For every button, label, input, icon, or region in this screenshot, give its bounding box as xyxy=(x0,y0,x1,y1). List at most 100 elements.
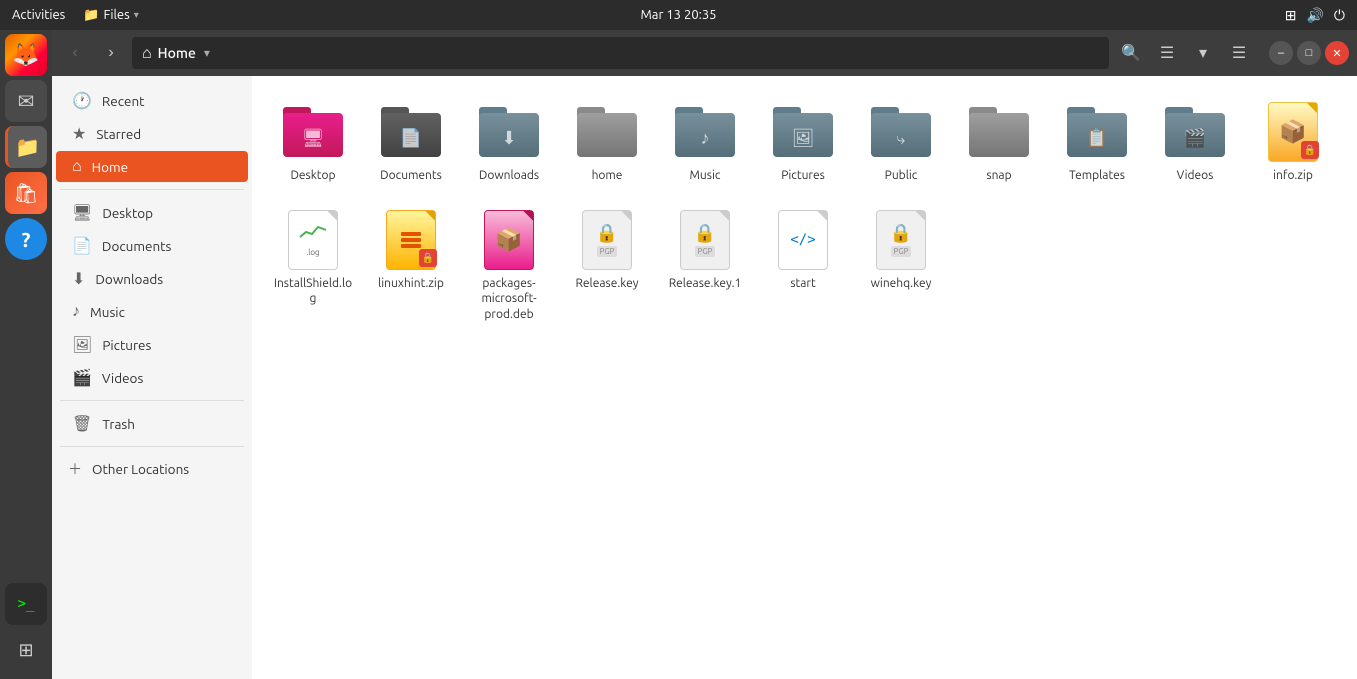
forward-button[interactable]: › xyxy=(96,38,126,68)
sidebar-label-home: Home xyxy=(92,159,128,175)
title-bar: ‹ › ⌂ Home ▾ 🔍 ☰ ▾ ☰ – □ ✕ xyxy=(52,30,1357,76)
sidebar-divider-1 xyxy=(60,189,244,190)
pgp-label-1: PGP xyxy=(695,246,716,257)
file-item-release-key[interactable]: 🔒 PGP Release.key xyxy=(562,200,652,331)
pgp-lock-icon-winehq: 🔒 xyxy=(890,223,912,244)
sidebar-item-pictures[interactable]: 🖼 Pictures xyxy=(56,329,248,360)
home-icon: ⌂ xyxy=(142,44,152,63)
home-nav-icon: ⌂ xyxy=(72,157,82,176)
sidebar-item-home[interactable]: ⌂ Home xyxy=(56,151,248,182)
file-grid: 🖥 Desktop 📄 xyxy=(268,92,1341,330)
zip-yellow-lock-badge: 🔒 xyxy=(419,249,437,267)
file-item-start[interactable]: </> start xyxy=(758,200,848,331)
sidebar-label-music: Music xyxy=(90,304,125,320)
taskbar-ubuntu-software[interactable]: 🛍 xyxy=(5,172,47,214)
sidebar-item-starred[interactable]: ★ Starred xyxy=(56,118,248,149)
system-bar: Activities 📁 Files ▾ Mar 13 20:35 ⊞ 🔊 ⏻ xyxy=(0,0,1357,30)
file-item-home[interactable]: home xyxy=(562,92,652,192)
back-button[interactable]: ‹ xyxy=(60,38,90,68)
taskbar: 🦊 ✉ 📁 🛍 ? >_ ⊞ xyxy=(0,30,52,679)
taskbar-firefox[interactable]: 🦊 xyxy=(5,34,47,76)
pgp-label: PGP xyxy=(597,246,618,257)
sidebar-label-documents: Documents xyxy=(102,238,171,254)
pictures-icon: 🖼 xyxy=(72,335,92,354)
sidebar-item-desktop[interactable]: 🖥 Desktop xyxy=(56,197,248,228)
file-item-release-key-1[interactable]: 🔒 PGP Release.key.1 xyxy=(660,200,750,331)
minimize-button[interactable]: – xyxy=(1269,41,1293,65)
file-item-linuxhint-zip[interactable]: 🔒 linuxhint.zip xyxy=(366,200,456,331)
main-content: 🕐 Recent ★ Starred ⌂ Home 🖥 Desktop � xyxy=(52,76,1357,679)
file-item-templates[interactable]: 📋 Templates xyxy=(1052,92,1142,192)
file-item-desktop[interactable]: 🖥 Desktop xyxy=(268,92,358,192)
sidebar-divider-3 xyxy=(60,446,244,447)
sidebar-item-documents[interactable]: 📄 Documents xyxy=(56,230,248,261)
log-graph-icon xyxy=(298,222,328,242)
downloads-icon: ⬇ xyxy=(72,269,85,288)
taskbar-apps-grid[interactable]: ⊞ xyxy=(5,629,47,671)
videos-icon: 🎬 xyxy=(72,368,92,387)
file-area: 🖥 Desktop 📄 xyxy=(252,76,1357,679)
sidebar-item-music[interactable]: ♪ Music xyxy=(56,296,248,327)
view-list-button[interactable]: ☰ xyxy=(1151,37,1183,69)
menu-button[interactable]: ☰ xyxy=(1223,37,1255,69)
files-app: ‹ › ⌂ Home ▾ 🔍 ☰ ▾ ☰ – □ ✕ xyxy=(52,30,1357,679)
sidebar-label-other-locations: Other Locations xyxy=(92,461,189,477)
sidebar-item-downloads[interactable]: ⬇ Downloads xyxy=(56,263,248,294)
pgp-lock-icon-1: 🔒 xyxy=(694,223,716,244)
file-item-packages-deb[interactable]: 📦 packages-microsoft-prod.deb xyxy=(464,200,554,331)
file-item-documents[interactable]: 📄 Documents xyxy=(366,92,456,192)
documents-icon: 📄 xyxy=(72,236,92,255)
sidebar-label-recent: Recent xyxy=(102,93,145,109)
pgp-label-winehq: PGP xyxy=(891,246,912,257)
close-button[interactable]: ✕ xyxy=(1325,41,1349,65)
sidebar: 🕐 Recent ★ Starred ⌂ Home 🖥 Desktop � xyxy=(52,76,252,679)
desktop-icon: 🖥 xyxy=(72,203,92,222)
system-bar-left: Activities 📁 Files ▾ xyxy=(12,8,139,23)
taskbar-mail[interactable]: ✉ xyxy=(5,80,47,122)
sidebar-item-trash[interactable]: 🗑 Trash xyxy=(56,408,248,439)
trash-icon: 🗑 xyxy=(72,414,92,433)
sidebar-divider-2 xyxy=(60,400,244,401)
recent-icon: 🕐 xyxy=(72,91,92,110)
activities-label[interactable]: Activities xyxy=(12,8,65,22)
toolbar-right: 🔍 ☰ ▾ ☰ xyxy=(1115,37,1255,69)
sidebar-label-trash: Trash xyxy=(102,416,135,432)
file-item-pictures[interactable]: 🖼 Pictures xyxy=(758,92,848,192)
starred-icon: ★ xyxy=(72,124,86,143)
sidebar-item-recent[interactable]: 🕐 Recent xyxy=(56,85,248,116)
app-container: 🦊 ✉ 📁 🛍 ? >_ ⊞ ‹ › ⌂ xyxy=(0,30,1357,679)
music-icon: ♪ xyxy=(72,302,80,321)
power-icon[interactable]: ⏻ xyxy=(1334,7,1345,24)
sidebar-label-desktop: Desktop xyxy=(102,205,153,221)
sidebar-label-pictures: Pictures xyxy=(102,337,151,353)
sidebar-item-videos[interactable]: 🎬 Videos xyxy=(56,362,248,393)
sidebar-label-starred: Starred xyxy=(96,126,141,142)
file-item-music[interactable]: ♪ Music xyxy=(660,92,750,192)
file-item-installshield[interactable]: .log InstallShield.log xyxy=(268,200,358,331)
location-dropdown[interactable]: ▾ xyxy=(204,46,210,60)
file-item-videos[interactable]: 🎬 Videos xyxy=(1150,92,1240,192)
pgp-lock-icon: 🔒 xyxy=(596,223,618,244)
file-item-downloads[interactable]: ⬇ Downloads xyxy=(464,92,554,192)
taskbar-help[interactable]: ? xyxy=(5,218,47,260)
other-locations-plus-icon: ＋ xyxy=(68,459,82,479)
location-label: Home xyxy=(158,45,196,61)
sidebar-item-other-locations[interactable]: ＋ Other Locations xyxy=(52,453,252,485)
location-bar[interactable]: ⌂ Home ▾ xyxy=(132,37,1109,69)
sound-icon[interactable]: 🔊 xyxy=(1306,7,1323,24)
taskbar-files[interactable]: 📁 xyxy=(5,126,47,168)
system-bar-right: ⊞ 🔊 ⏻ xyxy=(1285,7,1345,24)
file-item-public[interactable]: ⤷ Public xyxy=(856,92,946,192)
file-item-winehq-key[interactable]: 🔒 PGP winehq.key xyxy=(856,200,946,331)
maximize-button[interactable]: □ xyxy=(1297,41,1321,65)
view-options-button[interactable]: ▾ xyxy=(1187,37,1219,69)
taskbar-terminal[interactable]: >_ xyxy=(5,583,47,625)
files-menu[interactable]: 📁 Files ▾ xyxy=(83,8,138,23)
file-item-snap[interactable]: snap xyxy=(954,92,1044,192)
sidebar-label-downloads: Downloads xyxy=(95,271,163,287)
file-item-info-zip[interactable]: 📦 🔒 info.zip xyxy=(1248,92,1338,192)
system-bar-datetime: Mar 13 20:35 xyxy=(640,8,716,22)
search-button[interactable]: 🔍 xyxy=(1115,37,1147,69)
window-controls: – □ ✕ xyxy=(1269,41,1349,65)
network-icon[interactable]: ⊞ xyxy=(1285,7,1297,24)
